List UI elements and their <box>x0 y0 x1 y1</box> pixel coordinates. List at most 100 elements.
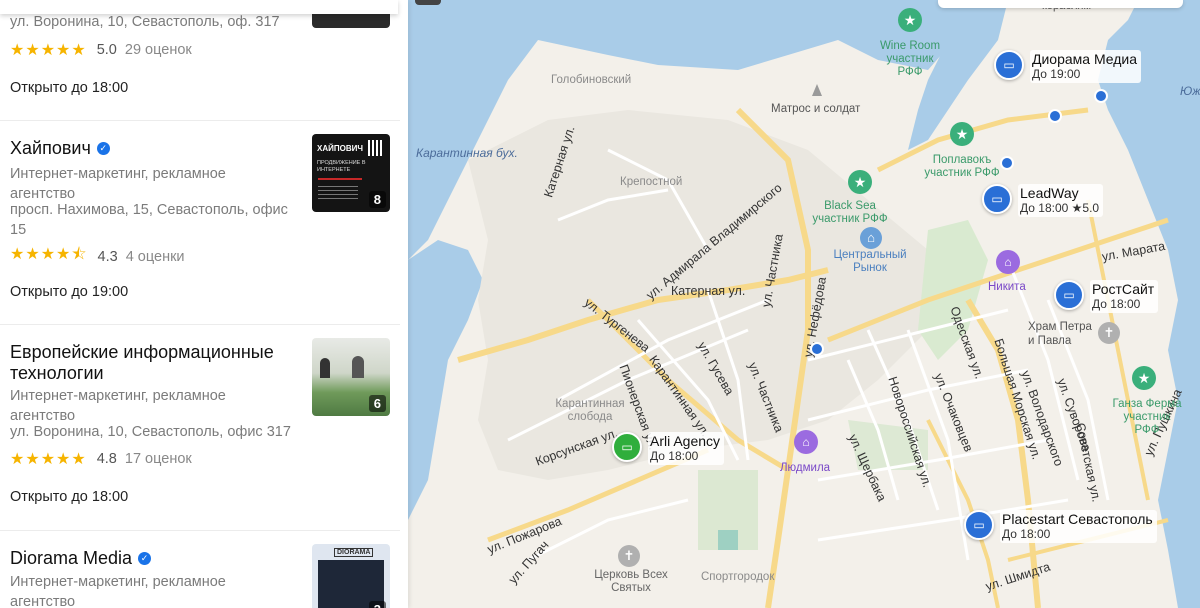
rating-count: 17 оценок <box>124 451 192 467</box>
poi-label: Ганза Ферма участник РФФ <box>1112 398 1182 436</box>
card-thumbnail[interactable]: DIORAMA 3 <box>312 544 390 608</box>
rating-count: 4 оценки <box>125 248 185 265</box>
card-thumbnail[interactable]: ХАЙПОВИЧ ПРОДВИЖЕНИЕ В ИНТЕРНЕТЕ 8 <box>312 134 390 212</box>
rating-count: 29 оценок <box>124 42 192 58</box>
rating-value: 4.8 <box>96 451 117 467</box>
open-hours: Открыто до 18:00 <box>10 489 129 505</box>
market-icon[interactable]: ⌂ <box>860 227 882 249</box>
hotel-icon[interactable]: ⌂ <box>996 250 1020 274</box>
bay-label: Карантинная бух. <box>416 146 518 160</box>
star-icon[interactable]: ★ <box>848 170 872 194</box>
search-bar-edge[interactable] <box>0 0 398 14</box>
star-icon[interactable]: ★ <box>950 122 974 146</box>
card-title[interactable]: Европейские информационные технологии <box>10 342 290 384</box>
card-title[interactable]: Diorama Media ✓ <box>10 548 152 569</box>
map-pin-diorama[interactable]: ▭ Диорама Медиа До 19:00 <box>994 50 1142 83</box>
rating-stars: ★★★★★ <box>10 451 87 468</box>
map-pin-rostsite[interactable]: ▭ РостСайт До 18:00 <box>1054 280 1159 313</box>
laptop-icon: ▭ <box>982 184 1012 214</box>
laptop-icon: ▭ <box>964 510 994 540</box>
card-address: ул. Воронина, 10, Севастополь, оф. 317 <box>10 14 280 30</box>
pin-hours: До 18:00 ★5.0 <box>1020 201 1100 215</box>
thumb-figure <box>320 358 330 378</box>
card-thumbnail[interactable]: 6 <box>312 338 390 416</box>
card-address: просп. Нахимова, 15, Севастополь, офис 1… <box>10 202 288 238</box>
results-panel[interactable]: ул. Воронина, 10, Севастополь, оф. 317 ★… <box>0 0 408 608</box>
thumb-text-lines <box>318 186 358 200</box>
card-category: Интернет-маркетинг, рекламное агентство <box>10 166 226 202</box>
church-label: Церковь Всех Святых <box>594 569 668 594</box>
card-address: ул. Воронина, 10, Севастополь, офис 317 <box>10 424 291 440</box>
map-pin-arli[interactable]: ▭ Arli Agency До 18:00 <box>612 432 725 465</box>
result-card-1[interactable]: Хайпович ✓ Интернет-маркетинг, рекламное… <box>0 121 400 324</box>
thumb-brand: ХАЙПОВИЧ <box>317 144 363 153</box>
map-top-control[interactable] <box>938 0 1183 8</box>
card-name[interactable]: Европейские информационные технологии <box>10 342 290 384</box>
thumb-figure <box>352 356 364 378</box>
pin-name: Placestart Севастополь <box>1002 511 1153 527</box>
result-card-3[interactable]: Diorama Media ✓ Интернет-маркетинг, рекл… <box>0 531 400 608</box>
rating-row: ★★★★★ 4.8 17 оценок <box>10 449 192 469</box>
photo-count: 3 <box>368 601 386 608</box>
card-category: Интернет-маркетинг, рекламное агентство <box>10 574 226 608</box>
area-label: Карантинная слобода <box>555 398 625 423</box>
map-pin-placestart[interactable]: ▭ Placestart Севастополь До 18:00 <box>964 510 1157 543</box>
pin-name: Arli Agency <box>650 433 721 449</box>
location-dot[interactable] <box>810 342 824 356</box>
hotel-label: Людмила <box>780 462 831 474</box>
pin-hours: До 18:00 <box>650 449 699 463</box>
church-icon[interactable]: ✝ <box>618 545 640 567</box>
thumb-caption: ПРОДВИЖЕНИЕ В ИНТЕРНЕТЕ <box>317 160 366 173</box>
church-icon[interactable]: ✝ <box>1098 322 1120 344</box>
pin-hours: До 18:00 <box>1002 527 1051 541</box>
result-card-2[interactable]: Европейские информационные технологии Ин… <box>0 325 400 530</box>
rating-stars: ★★★★★ <box>10 42 87 59</box>
star-icon[interactable]: ★ <box>1132 366 1156 390</box>
right-fragment: Юж <box>1180 84 1200 98</box>
rating-value: 5.0 <box>96 42 117 58</box>
rating-value: 4.3 <box>97 248 118 265</box>
map-canvas[interactable]: Карантинная бух. Голобиновский Матрос и … <box>408 0 1200 608</box>
verified-icon: ✓ <box>96 142 110 155</box>
location-dot[interactable] <box>1094 89 1108 103</box>
thumb-brand: DIORAMA <box>334 548 374 557</box>
rating-stars: ★★★★⯪ <box>10 246 88 263</box>
hotel-label: Никита <box>988 281 1026 293</box>
open-hours: Открыто до 18:00 <box>10 80 129 96</box>
card-title[interactable]: Хайпович ✓ <box>10 138 110 159</box>
result-card-0[interactable]: ул. Воронина, 10, Севастополь, оф. 317 ★… <box>0 0 400 120</box>
thumb-bar <box>318 178 362 180</box>
area-label: Голобиновский <box>551 74 632 86</box>
map-pin-leadway[interactable]: ▭ LeadWay До 18:00 ★5.0 <box>982 184 1104 217</box>
rating-row: ★★★★★ 5.0 29 оценок <box>10 40 192 60</box>
pin-name: Диорама Медиа <box>1032 51 1138 67</box>
hotel-icon[interactable]: ⌂ <box>794 430 818 454</box>
card-name[interactable]: Хайпович <box>10 138 91 159</box>
qr-code <box>368 140 384 156</box>
pin-name: LeadWay <box>1020 185 1079 201</box>
area-label: Спортгородок <box>701 571 775 583</box>
pin-hours: До 18:00 <box>1092 297 1141 311</box>
laptop-icon: ▭ <box>1054 280 1084 310</box>
location-dot[interactable] <box>1048 109 1062 123</box>
pin-name: РостСайт <box>1092 281 1155 297</box>
card-category: Интернет-маркетинг, рекламное агентство <box>10 388 226 424</box>
poi-label: Wine Room участник РФФ <box>879 40 941 78</box>
area-label: Крепостной <box>620 176 683 188</box>
pin-hours: До 19:00 <box>1032 67 1081 81</box>
poi-label: Поплавокъ участник РФФ <box>924 154 1000 179</box>
market-label: Центральный Рынок <box>833 249 907 274</box>
star-icon[interactable]: ★ <box>898 8 922 32</box>
laptop-icon: ▭ <box>994 50 1024 80</box>
monument-label: Матрос и солдат <box>771 103 861 115</box>
map-corner-button[interactable] <box>415 0 441 5</box>
photo-count: 6 <box>368 395 386 412</box>
street-label: Катерная ул. <box>671 284 746 298</box>
rating-row: ★★★★⯪ 4.3 4 оценки <box>10 243 185 270</box>
poi-label: Black Sea участник РФФ <box>812 200 888 225</box>
church-label: Храм Петра и Павла <box>1028 321 1092 347</box>
open-hours: Открыто до 19:00 <box>10 284 129 300</box>
verified-icon: ✓ <box>138 552 152 565</box>
card-name[interactable]: Diorama Media <box>10 548 132 569</box>
location-dot[interactable] <box>1000 156 1014 170</box>
